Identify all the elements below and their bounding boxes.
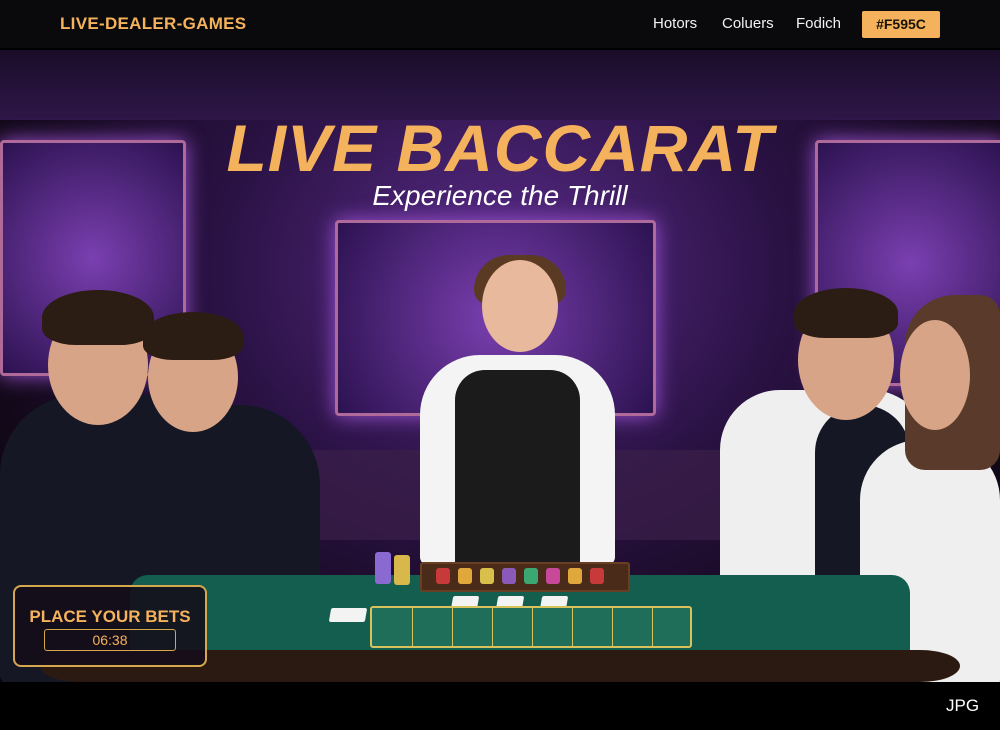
nav-link-coluers[interactable]: Coluers [722, 15, 774, 32]
chip [546, 568, 560, 584]
player-hair [42, 290, 154, 345]
nav-link-fodich[interactable]: Fodich [796, 15, 841, 32]
nav-link-hotors[interactable]: Hotors [653, 15, 697, 32]
chip [590, 568, 604, 584]
dealer-face [482, 260, 558, 352]
format-label: JPG [946, 696, 980, 715]
chip [502, 568, 516, 584]
chip-stack [394, 555, 410, 585]
hero-subtitle: Experience the Thrill [372, 180, 628, 211]
player-hair [794, 288, 898, 338]
chip [480, 568, 494, 584]
player-face [900, 320, 970, 430]
color-badge-button[interactable]: #F595C [862, 11, 940, 38]
player-hair [143, 312, 243, 360]
chip [436, 568, 450, 584]
playing-card [328, 608, 368, 622]
site-logo[interactable]: LIVE-DEALER-GAMES [60, 14, 246, 34]
hero-title: LIVE BACCARAT [226, 111, 774, 185]
chip [524, 568, 538, 584]
dealer-vest [455, 370, 580, 570]
place-bets-label: PLACE YOUR BETS [29, 607, 191, 626]
chip-tray [420, 562, 630, 592]
chip [568, 568, 582, 584]
betting-layout[interactable] [370, 606, 692, 648]
bet-timer: 06:38 [44, 629, 176, 651]
chip-stack [375, 552, 391, 584]
chip [458, 568, 472, 584]
place-bets-panel[interactable]: PLACE YOUR BETS 06:38 [13, 585, 207, 667]
top-navbar: LIVE-DEALER-GAMES Hotors Coluers Fodich … [0, 0, 1000, 48]
